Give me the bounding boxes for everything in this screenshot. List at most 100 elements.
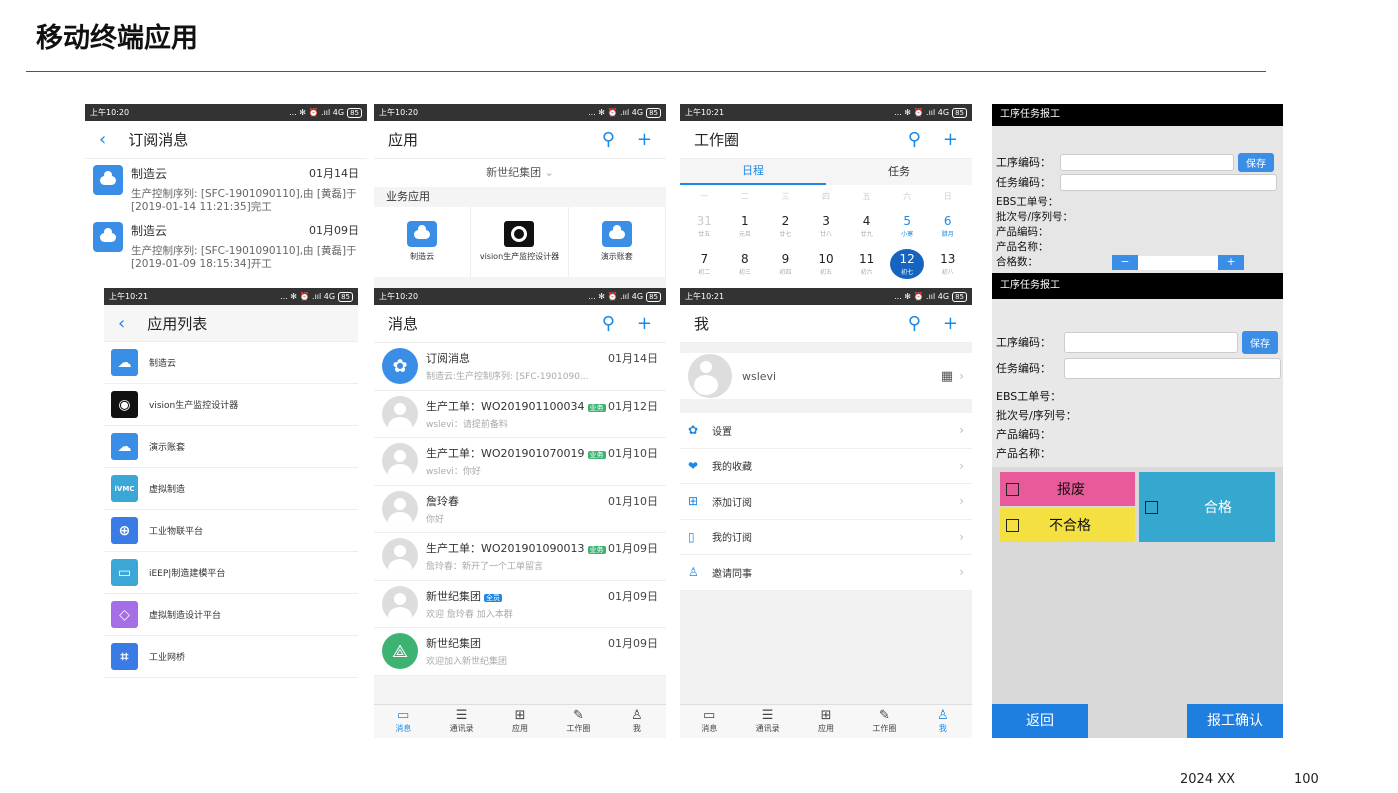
app-list-item[interactable]: ◇ 虚拟制造设计平台 — [104, 594, 358, 636]
batch-label: 批次号/序列号： — [996, 409, 1077, 422]
confirm-report-button[interactable]: 报工确认 — [1187, 704, 1283, 738]
plus-button[interactable]: + — [1218, 255, 1244, 270]
message-item[interactable]: ⟁ 新世纪集团 01月09日 欢迎加入新世纪集团 — [374, 628, 666, 676]
calendar-day[interactable]: 5 小寒 — [887, 211, 928, 241]
status-time: 上午10:21 — [685, 108, 725, 117]
unqualified-checkbox[interactable] — [1006, 518, 1019, 532]
cloud-icon — [93, 222, 123, 252]
qty-input[interactable] — [1138, 255, 1218, 270]
calendar-day[interactable]: 12 初七 — [887, 249, 928, 279]
tab-user[interactable]: ♙ 我 — [608, 705, 666, 738]
title-divider — [26, 71, 1266, 72]
unqualified-option[interactable]: 不合格 — [1000, 508, 1135, 542]
tab-apps[interactable]: ⊞ 应用 — [491, 705, 549, 738]
app-list-item[interactable]: ☁ 演示账套 — [104, 426, 358, 468]
message-preview: wslevi：请提前备料 — [426, 419, 508, 430]
app-list-item[interactable]: ▭ iEEP|制造建模平台 — [104, 552, 358, 594]
status-icons: ... ✻ ⏰ .ııl 4G — [289, 107, 345, 117]
form-header: 工序任务报工 — [992, 104, 1283, 126]
calendar-day[interactable]: 3 廿八 — [806, 211, 847, 241]
tab-chat[interactable]: ▭ 消息 — [374, 705, 432, 738]
me-menu-item[interactable]: ⊞ 添加订阅 › — [680, 484, 972, 520]
qualified-checkbox[interactable] — [1145, 500, 1158, 514]
app-tile[interactable]: 制造云 — [374, 207, 472, 277]
chat-icon: ▭ — [397, 708, 410, 723]
calendar-day[interactable]: 1 元旦 — [725, 211, 766, 241]
calendar-day[interactable]: 6 腊月 — [927, 211, 968, 241]
process-code-input[interactable] — [1064, 331, 1238, 353]
app-list-item[interactable]: ⊕ 工业物联平台 — [104, 510, 358, 552]
day-number: 11 — [858, 252, 875, 266]
page-title: 消息 — [388, 315, 419, 333]
calendar-day[interactable]: 7 初二 — [684, 249, 725, 279]
app-tile[interactable]: 演示账套 — [569, 207, 666, 277]
profile-card[interactable]: wslevi ▦ › — [680, 353, 972, 399]
tab-contacts[interactable]: ☰ 通讯录 — [738, 705, 796, 738]
add-icon[interactable]: + — [943, 313, 958, 334]
message-item[interactable]: 生产工单：WO201901070019 业务 01月10日 wslevi：你好 — [374, 438, 666, 486]
calendar-day[interactable]: 9 初四 — [765, 249, 806, 279]
add-icon[interactable]: + — [943, 129, 958, 150]
search-icon[interactable]: ⚲ — [602, 129, 615, 150]
back-button[interactable]: 返回 — [992, 704, 1088, 738]
message-item[interactable]: 新世纪集团 全员 01月09日 欢迎 詹玲春 加入本群 — [374, 581, 666, 628]
minus-button[interactable]: − — [1112, 255, 1138, 270]
message-item[interactable]: ✿ 订阅消息 01月14日 制造云:生产控制序列: [SFC-1901090... — [374, 343, 666, 391]
calendar-day[interactable]: 10 初五 — [806, 249, 847, 279]
subscription-item[interactable]: 制造云 01月09日 生产控制序列: [SFC-1901090110],由 [黄磊… — [85, 216, 367, 273]
app-list-item[interactable]: iVMC 虚拟制造 — [104, 468, 358, 510]
tab-work-circle[interactable]: ✎ 工作圈 — [855, 705, 913, 738]
task-code-input[interactable] — [1064, 357, 1281, 379]
subscription-item[interactable]: 制造云 01月14日 生产控制序列: [SFC-1901090110],由 [黄磊… — [85, 159, 367, 216]
app-list-item[interactable]: ⌗ 工业网桥 — [104, 636, 358, 678]
qr-code-icon[interactable]: ▦ — [941, 369, 953, 384]
me-menu-item[interactable]: ♙ 邀请同事 › — [680, 555, 972, 591]
calendar-day[interactable]: 4 廿九 — [846, 211, 887, 241]
tab-schedule[interactable]: 日程 — [680, 159, 826, 185]
menu-label: 我的订阅 — [712, 533, 752, 545]
save-button[interactable]: 保存 — [1238, 152, 1274, 172]
message-date: 01月10日 — [608, 447, 658, 461]
scrap-option[interactable]: 报废 — [1000, 472, 1135, 506]
tab-contacts[interactable]: ☰ 通讯录 — [432, 705, 490, 738]
message-item[interactable]: 詹玲春 01月10日 你好 — [374, 486, 666, 533]
tab-label: 消息 — [395, 724, 412, 733]
qualified-option[interactable]: 合格 — [1139, 472, 1275, 542]
save-button[interactable]: 保存 — [1242, 330, 1278, 354]
app-list-item[interactable]: ☁ 制造云 — [104, 342, 358, 384]
weekday-row: 一二三四五六日 — [684, 185, 968, 207]
app-list-label: vision生产监控设计器 — [149, 401, 239, 411]
calendar-day[interactable]: 31 廿五 — [684, 211, 725, 241]
scrap-checkbox[interactable] — [1006, 482, 1019, 496]
calendar-day[interactable]: 8 初三 — [725, 249, 766, 279]
calendar-day[interactable]: 11 初六 — [846, 249, 887, 279]
tab-apps[interactable]: ⊞ 应用 — [797, 705, 855, 738]
process-code-input[interactable] — [1060, 153, 1234, 171]
tab-chat[interactable]: ▭ 消息 — [680, 705, 738, 738]
back-icon[interactable]: ‹ — [118, 313, 125, 334]
tab-tasks[interactable]: 任务 — [826, 159, 972, 185]
me-menu-item[interactable]: ✿ 设置 › — [680, 413, 972, 449]
task-code-input[interactable] — [1060, 173, 1277, 191]
me-menu-item[interactable]: ❤ 我的收藏 › — [680, 449, 972, 484]
sender-name: 制造云 — [131, 167, 168, 181]
group-selector[interactable]: 新世纪集团 ⌄ — [374, 159, 666, 187]
tab-work-circle[interactable]: ✎ 工作圈 — [549, 705, 607, 738]
search-icon[interactable]: ⚲ — [602, 313, 615, 334]
add-icon[interactable]: + — [637, 313, 652, 334]
calendar-day[interactable]: 2 廿七 — [765, 211, 806, 241]
tab-label: 消息 — [701, 724, 718, 733]
app-tile[interactable]: vision生产监控设计器 — [471, 207, 569, 277]
message-item[interactable]: 生产工单：WO201901100034 业务 01月12日 wslevi：请提前备料 — [374, 391, 666, 438]
message-title: 生产工单：WO201901070019 — [426, 447, 585, 461]
tab-user[interactable]: ♙ 我 — [914, 705, 972, 738]
page-number: 100 — [1294, 772, 1319, 787]
back-icon[interactable]: ‹ — [99, 129, 106, 150]
add-icon[interactable]: + — [637, 129, 652, 150]
app-list-item[interactable]: ◉ vision生产监控设计器 — [104, 384, 358, 426]
me-menu-item[interactable]: ▯ 我的订阅 › — [680, 520, 972, 555]
search-icon[interactable]: ⚲ — [908, 129, 921, 150]
message-item[interactable]: 生产工单：WO201901090013 业务 01月09日 詹玲春：新开了一个工单留言 — [374, 533, 666, 581]
calendar-day[interactable]: 13 初八 — [927, 249, 968, 279]
search-icon[interactable]: ⚲ — [908, 313, 921, 334]
